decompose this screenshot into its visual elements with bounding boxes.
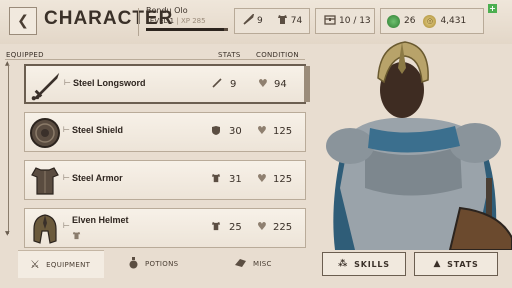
armor-value: 74 [290, 16, 303, 26]
round-shield-icon [29, 117, 61, 149]
character-level: LEVEL 1 | XP 285 [146, 17, 206, 25]
item-condition-value: 225 [273, 222, 293, 233]
attack-value: 9 [257, 16, 263, 26]
gem-icon [387, 14, 400, 28]
tab-misc[interactable]: MISC [234, 250, 294, 278]
equipped-column-header: EQUIPPED [6, 51, 44, 59]
tab-potions[interactable]: POTIONS [128, 250, 198, 278]
heart-icon: ♥ [257, 220, 267, 233]
gold-coin-icon: ◎ [423, 14, 437, 28]
title-divider [138, 8, 139, 36]
item-condition-value: 125 [273, 126, 293, 137]
helmet-icon [29, 213, 61, 245]
tab-label: POTIONS [145, 260, 179, 268]
armor-icon [211, 173, 221, 186]
item-stat-value: 30 [229, 126, 242, 137]
equipped-marker-icon: ⊢ [63, 221, 70, 230]
item-name: Steel Shield [72, 125, 124, 135]
shield-icon [211, 125, 221, 139]
inventory-value: 10 / 13 [339, 16, 371, 26]
chest-armor-icon [29, 165, 61, 197]
condition-column-header: CONDITION [256, 51, 299, 59]
potion-icon [128, 256, 139, 272]
misc-icon [234, 257, 247, 271]
stats-icon: ▲ [433, 259, 442, 269]
scrollbar[interactable] [8, 64, 9, 234]
item-condition-value: 125 [273, 174, 293, 185]
heart-icon: ♥ [258, 77, 268, 90]
armor-type-icon [72, 231, 81, 242]
inventory-box: 10 / 13 [315, 8, 375, 34]
longsword-icon [30, 70, 62, 102]
item-name: Steel Longsword [73, 78, 146, 88]
heart-icon: ♥ [257, 124, 267, 137]
add-currency-button[interactable]: + [488, 4, 497, 13]
stats-label: STATS [447, 259, 479, 269]
header-divider [5, 59, 305, 60]
xp-label: XP 285 [180, 17, 206, 25]
armor-icon [277, 14, 288, 28]
skills-label: SKILLS [354, 259, 390, 269]
stats-button[interactable]: ▲ STATS [414, 252, 498, 276]
character-name: Bendu Olo [146, 6, 188, 15]
item-stat-value: 25 [229, 222, 242, 233]
chevron-left-icon: ❮ [17, 13, 29, 29]
stats-column-header: STATS [218, 51, 241, 59]
gold-value: 4,431 [440, 16, 467, 26]
tab-equipment[interactable]: ⚔ EQUIPMENT [18, 250, 104, 278]
skills-icon: ⁂ [338, 259, 349, 269]
item-name: Elven Helmet [72, 215, 129, 225]
equipped-marker-icon: ⊢ [64, 78, 71, 87]
armor-icon [211, 221, 221, 234]
scroll-down-icon[interactable]: ▼ [5, 230, 10, 237]
equipment-item-armor[interactable]: ⊢ Steel Armor 31 ♥ 125 [24, 160, 306, 200]
xp-progress-bar [146, 28, 228, 31]
chest-icon [324, 14, 336, 28]
equipment-item-shield[interactable]: ⊢ Steel Shield 30 ♥ 125 [24, 112, 306, 152]
gems-value: 26 [404, 16, 416, 26]
attack-armor-box: 9 74 [234, 8, 310, 34]
skills-button[interactable]: ⁂ SKILLS [322, 252, 406, 276]
equipped-marker-icon: ⊢ [63, 173, 70, 182]
character-portrait [310, 38, 512, 250]
heart-icon: ♥ [257, 172, 267, 185]
item-stat-value: 31 [229, 174, 242, 185]
sword-icon [212, 78, 222, 91]
equipment-item-longsword[interactable]: ⊢ Steel Longsword 9 ♥ 94 [24, 64, 310, 104]
item-stat-value: 9 [230, 79, 237, 90]
tab-label: MISC [253, 260, 272, 268]
sword-icon [243, 12, 255, 28]
item-name: Steel Armor [72, 173, 123, 183]
currency-box[interactable]: 26 ◎ 4,431 [380, 8, 484, 34]
equipped-marker-icon: ⊢ [63, 125, 70, 134]
equipment-item-helmet[interactable]: ⊢ Elven Helmet 25 ♥ 225 [24, 208, 306, 248]
back-button[interactable]: ❮ [9, 7, 37, 35]
item-condition-value: 94 [274, 79, 287, 90]
equipment-icon: ⚔ [30, 258, 41, 271]
tab-label: EQUIPMENT [46, 260, 91, 269]
level-label: LEVEL 1 [146, 17, 175, 25]
